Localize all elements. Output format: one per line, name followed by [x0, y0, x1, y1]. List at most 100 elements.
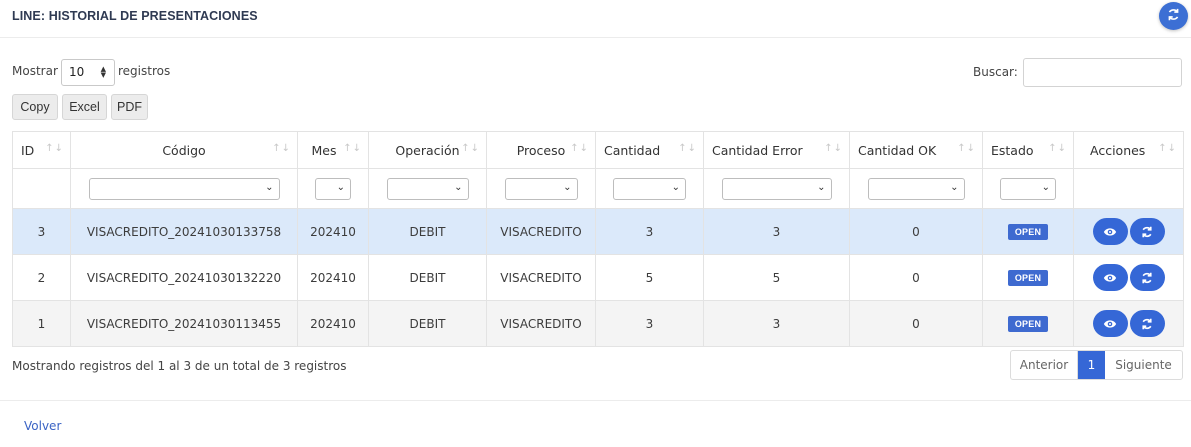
chevron-down-icon: ⌄ [265, 181, 274, 193]
chevron-down-icon: ⌄ [1041, 181, 1050, 193]
filter-select-estado[interactable]: ⌄ [1000, 177, 1056, 200]
chevron-down-icon: ⌄ [817, 181, 826, 193]
search-input[interactable] [1023, 58, 1182, 87]
cell-estado: OPEN [982, 208, 1074, 255]
table-header-row: ID ↑↓ Código ↑↓ Mes ↑↓ Operación ↑↓ Proceso ↑… [12, 131, 1184, 169]
pagination-previous[interactable]: Anterior [1011, 351, 1078, 379]
col-header-proceso[interactable]: Proceso ↑↓ [486, 131, 596, 169]
cell-cantidad-error: 3 [703, 208, 850, 255]
cell-codigo: VISACREDITO_20241030133758 [70, 208, 298, 255]
cell-acciones [1073, 254, 1184, 301]
filter-select-cantidad[interactable]: ⌄ [613, 177, 686, 200]
chevron-down-icon: ⌄ [336, 181, 345, 193]
pdf-button[interactable]: PDF [111, 94, 148, 120]
cell-id: 3 [12, 208, 71, 255]
cell-codigo: VISACREDITO_20241030113455 [70, 300, 298, 347]
table-row[interactable]: 1 VISACREDITO_20241030113455 202410 DEBIT VI… [12, 300, 1184, 347]
filter-row: ⌄ ⌄ ⌄ ⌄ ⌄ ⌄ ⌄ ⌄ [12, 168, 1184, 209]
page-header: LINE: HISTORIAL DE PRESENTACIONES [0, 0, 1191, 38]
filter-select-proceso[interactable]: ⌄ [504, 177, 578, 200]
cell-operacion: DEBIT [368, 208, 487, 255]
refresh-button[interactable] [1159, 2, 1188, 30]
page-length-select[interactable]: 10 ▲ ▼ [61, 59, 115, 86]
cell-proceso: VISACREDITO [486, 254, 596, 301]
filter-cell-id [12, 168, 71, 209]
footer-divider [0, 400, 1191, 401]
cell-estado: OPEN [982, 254, 1074, 301]
records-label: registros [118, 64, 171, 78]
status-badge[interactable]: OPEN [1007, 315, 1049, 332]
reprocess-button[interactable] [1129, 264, 1165, 291]
chevron-down-icon: ⌄ [671, 181, 680, 193]
refresh-icon [1141, 318, 1153, 330]
col-header-operacion[interactable]: Operación ↑↓ [368, 131, 487, 169]
cell-mes: 202410 [297, 254, 369, 301]
col-header-mes[interactable]: Mes ↑↓ [297, 131, 369, 169]
cell-cantidad-error: 3 [703, 300, 850, 347]
cell-codigo: VISACREDITO_20241030132220 [70, 254, 298, 301]
sort-icon: ↑↓ [461, 143, 480, 154]
reprocess-button[interactable] [1129, 310, 1165, 337]
sort-icon: ↑↓ [1158, 143, 1177, 154]
sort-icon: ↑↓ [1048, 143, 1067, 154]
presentations-table: ID ↑↓ Código ↑↓ Mes ↑↓ Operación ↑↓ Proceso ↑… [12, 131, 1184, 347]
search-label: Buscar: [973, 65, 1018, 79]
sort-icon: ↑↓ [343, 143, 362, 154]
cell-mes: 202410 [297, 300, 369, 347]
cell-proceso: VISACREDITO [486, 300, 596, 347]
table-row[interactable]: 2 VISACREDITO_20241030132220 202410 DEBIT VI… [12, 254, 1184, 301]
eye-icon [1103, 227, 1117, 237]
filter-select-cantidad-error[interactable]: ⌄ [721, 177, 832, 200]
cell-mes: 202410 [297, 208, 369, 255]
col-header-cantidad[interactable]: Cantidad ↑↓ [595, 131, 704, 169]
cell-cantidad-error: 5 [703, 254, 850, 301]
reprocess-button[interactable] [1129, 218, 1165, 245]
eye-icon [1103, 273, 1117, 283]
back-link[interactable]: Volver [24, 419, 61, 433]
pagination-next[interactable]: Siguiente [1105, 351, 1182, 379]
view-button[interactable] [1092, 310, 1128, 337]
cell-proceso: VISACREDITO [486, 208, 596, 255]
view-button[interactable] [1092, 218, 1128, 245]
table-row[interactable]: 3 VISACREDITO_20241030133758 202410 DEBIT VI… [12, 208, 1184, 255]
col-header-estado[interactable]: Estado ↑↓ [982, 131, 1074, 169]
col-header-acciones[interactable]: Acciones ↑↓ [1073, 131, 1184, 169]
page-title: LINE: HISTORIAL DE PRESENTACIONES [12, 9, 258, 23]
filter-select-cantidad-ok[interactable]: ⌄ [867, 177, 965, 200]
sort-icon: ↑↓ [957, 143, 976, 154]
refresh-icon [1167, 8, 1180, 24]
cell-cantidad-ok: 0 [849, 254, 983, 301]
view-button[interactable] [1092, 264, 1128, 291]
sort-icon: ↑↓ [272, 143, 291, 154]
show-label: Mostrar [12, 64, 58, 78]
cell-cantidad-ok: 0 [849, 300, 983, 347]
col-header-cantidad-error[interactable]: Cantidad Error ↑↓ [703, 131, 850, 169]
refresh-icon [1141, 272, 1153, 284]
copy-button[interactable]: Copy [12, 94, 58, 120]
chevron-down-icon: ⌄ [454, 181, 463, 193]
pagination-page-1[interactable]: 1 [1078, 351, 1105, 379]
cell-cantidad: 5 [595, 254, 704, 301]
cell-estado: OPEN [982, 300, 1074, 347]
excel-button[interactable]: Excel [62, 94, 107, 120]
status-badge[interactable]: OPEN [1007, 223, 1049, 240]
eye-icon [1103, 319, 1117, 329]
select-arrows-icon: ▲ ▼ [100, 65, 106, 79]
filter-select-operacion[interactable]: ⌄ [386, 177, 469, 200]
cell-cantidad: 3 [595, 208, 704, 255]
page-length-value: 10 [69, 65, 85, 79]
cell-cantidad-ok: 0 [849, 208, 983, 255]
status-badge[interactable]: OPEN [1007, 269, 1049, 286]
sort-icon: ↑↓ [570, 143, 589, 154]
cell-acciones [1073, 300, 1184, 347]
col-header-cantidad-ok[interactable]: Cantidad OK ↑↓ [849, 131, 983, 169]
sort-icon: ↑↓ [678, 143, 697, 154]
chevron-down-icon: ⌄ [950, 181, 959, 193]
col-header-codigo[interactable]: Código ↑↓ [70, 131, 298, 169]
filter-select-mes[interactable]: ⌄ [315, 177, 351, 200]
col-header-id[interactable]: ID ↑↓ [12, 131, 71, 169]
sort-icon: ↑↓ [45, 143, 64, 154]
cell-cantidad: 3 [595, 300, 704, 347]
filter-select-codigo[interactable]: ⌄ [88, 177, 280, 200]
cell-id: 2 [12, 254, 71, 301]
